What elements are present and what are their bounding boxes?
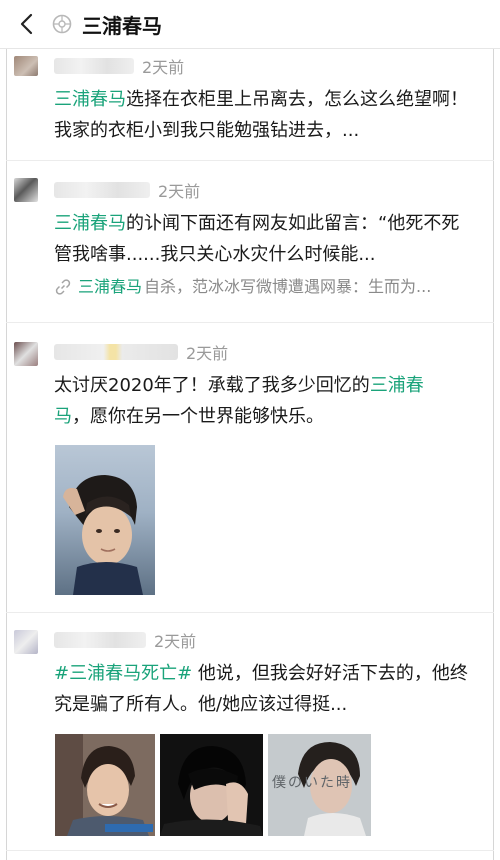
- post-1[interactable]: 2天前 三浦春马选择在衣柜里上吊离去，怎么这么绝望啊！我家的衣柜小到我只能勉强钻…: [6, 54, 494, 146]
- topic-link[interactable]: 三浦春马: [54, 89, 126, 110]
- portrait-illustration: [160, 734, 263, 836]
- post-photo[interactable]: [55, 445, 155, 595]
- username-blurred[interactable]: [54, 632, 146, 648]
- post-photo-1[interactable]: [55, 734, 155, 836]
- divider: [6, 850, 494, 851]
- post-4[interactable]: 2天前 #三浦春马死亡# 他说，但我会好好活下去的，他终究是骗了所有人。他/她应…: [6, 628, 494, 720]
- portrait-illustration: [63, 475, 143, 595]
- post-body: ，愿你在另一个世界能够快乐。: [72, 406, 324, 427]
- link-title: 自杀，范冰冰写微博遭遇网暴：生而为...: [144, 277, 432, 296]
- topic-logo-icon: [52, 14, 72, 34]
- photo-caption: 僕のいた時: [272, 775, 352, 791]
- post-meta: 2天前: [54, 340, 474, 364]
- username-blurred[interactable]: [54, 182, 150, 198]
- divider: [6, 160, 494, 161]
- post-photo-2[interactable]: [160, 734, 263, 836]
- post-text: 太讨厌2020年了！承载了我多少回忆的三浦春马，愿你在另一个世界能够快乐。: [54, 370, 474, 432]
- username-blurred[interactable]: [54, 344, 178, 360]
- post-text: 三浦春马选择在衣柜里上吊离去，怎么这么绝望啊！我家的衣柜小到我只能勉强钻进去，.…: [54, 84, 474, 146]
- username-blurred[interactable]: [54, 58, 134, 74]
- post-body-start: 太讨厌2020年了！承载了我多少回忆的: [54, 375, 370, 396]
- post-2[interactable]: 2天前 三浦春马的讣闻下面还有网友如此留言：“他死不死管我啥事......我只关…: [6, 178, 494, 300]
- post-meta: 2天前: [54, 54, 474, 78]
- page-title: 三浦春马: [82, 13, 162, 38]
- back-arrow-icon[interactable]: [12, 10, 40, 38]
- top-bar: 三浦春马: [0, 0, 500, 49]
- post-time: 2天前: [186, 344, 229, 363]
- link-topic[interactable]: 三浦春马: [78, 274, 142, 300]
- hashtag-link[interactable]: #三浦春马死亡#: [54, 663, 192, 684]
- link-icon: [55, 279, 71, 295]
- topic-link-cont[interactable]: 马: [54, 406, 72, 427]
- post-time: 2天前: [142, 58, 185, 77]
- divider: [6, 322, 494, 323]
- post-time: 2天前: [158, 182, 201, 201]
- related-article-link[interactable]: 三浦春马 自杀，范冰冰写微博遭遇网暴：生而为...: [54, 274, 474, 300]
- post-text: 三浦春马的讣闻下面还有网友如此留言：“他死不死管我啥事......我只关心水灾什…: [54, 208, 474, 270]
- topic-link[interactable]: 三浦春马: [54, 213, 126, 234]
- post-3[interactable]: 2天前 太讨厌2020年了！承载了我多少回忆的三浦春马，愿你在另一个世界能够快乐…: [6, 340, 494, 432]
- post-meta: 2天前: [54, 178, 474, 202]
- topic-link[interactable]: 三浦春: [370, 375, 424, 396]
- portrait-illustration: [55, 734, 155, 836]
- post-time: 2天前: [154, 632, 197, 651]
- post-text: #三浦春马死亡# 他说，但我会好好活下去的，他终究是骗了所有人。他/她应该过得挺…: [54, 658, 474, 720]
- post-photo-3[interactable]: 僕のいた時: [268, 734, 371, 836]
- divider: [6, 612, 494, 613]
- post-meta: 2天前: [54, 628, 474, 652]
